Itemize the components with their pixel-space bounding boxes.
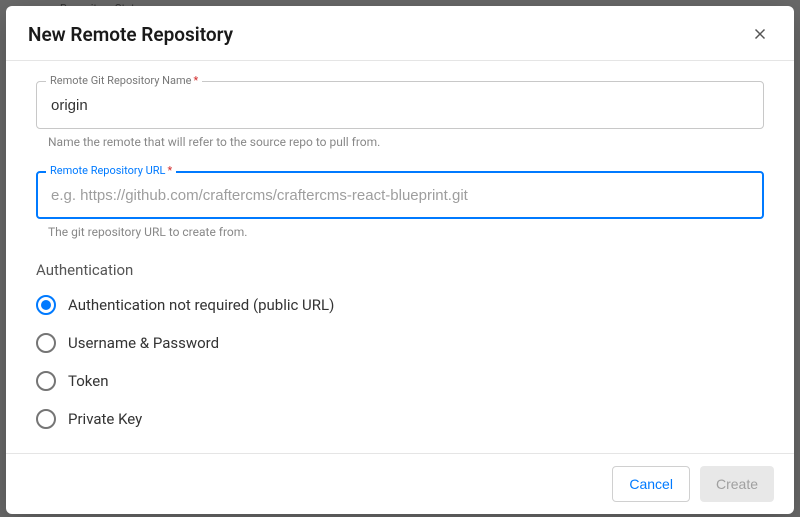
dialog-body: Remote Git Repository Name* Name the rem… — [6, 61, 794, 453]
repo-url-label: Remote Repository URL* — [46, 164, 176, 177]
radio-icon — [36, 371, 56, 391]
radio-label: Authentication not required (public URL) — [68, 296, 334, 314]
radio-label: Private Key — [68, 410, 142, 428]
radio-label: Token — [68, 372, 108, 390]
repo-url-field-wrap: Remote Repository URL* — [36, 171, 764, 219]
repo-url-helper: The git repository URL to create from. — [48, 225, 764, 239]
dialog-title: New Remote Repository — [28, 23, 233, 46]
auth-option-username-password[interactable]: Username & Password — [36, 333, 764, 353]
radio-icon — [36, 295, 56, 315]
close-icon — [751, 25, 769, 43]
dialog-header: New Remote Repository — [6, 6, 794, 60]
repo-name-input[interactable] — [36, 81, 764, 129]
auth-option-public[interactable]: Authentication not required (public URL) — [36, 295, 764, 315]
new-remote-repository-dialog: New Remote Repository Remote Git Reposit… — [6, 6, 794, 514]
close-button[interactable] — [748, 22, 772, 46]
authentication-heading: Authentication — [36, 261, 764, 279]
repo-name-helper: Name the remote that will refer to the s… — [48, 135, 764, 149]
authentication-radio-group: Authentication not required (public URL)… — [36, 295, 764, 429]
create-button[interactable]: Create — [700, 466, 774, 502]
repo-name-field-wrap: Remote Git Repository Name* — [36, 81, 764, 129]
dialog-footer: Cancel Create — [6, 453, 794, 514]
radio-icon — [36, 333, 56, 353]
radio-icon — [36, 409, 56, 429]
cancel-button[interactable]: Cancel — [612, 466, 690, 502]
repo-name-label: Remote Git Repository Name* — [46, 74, 202, 87]
repo-url-input[interactable] — [36, 171, 764, 219]
auth-option-private-key[interactable]: Private Key — [36, 409, 764, 429]
auth-option-token[interactable]: Token — [36, 371, 764, 391]
radio-label: Username & Password — [68, 334, 219, 352]
